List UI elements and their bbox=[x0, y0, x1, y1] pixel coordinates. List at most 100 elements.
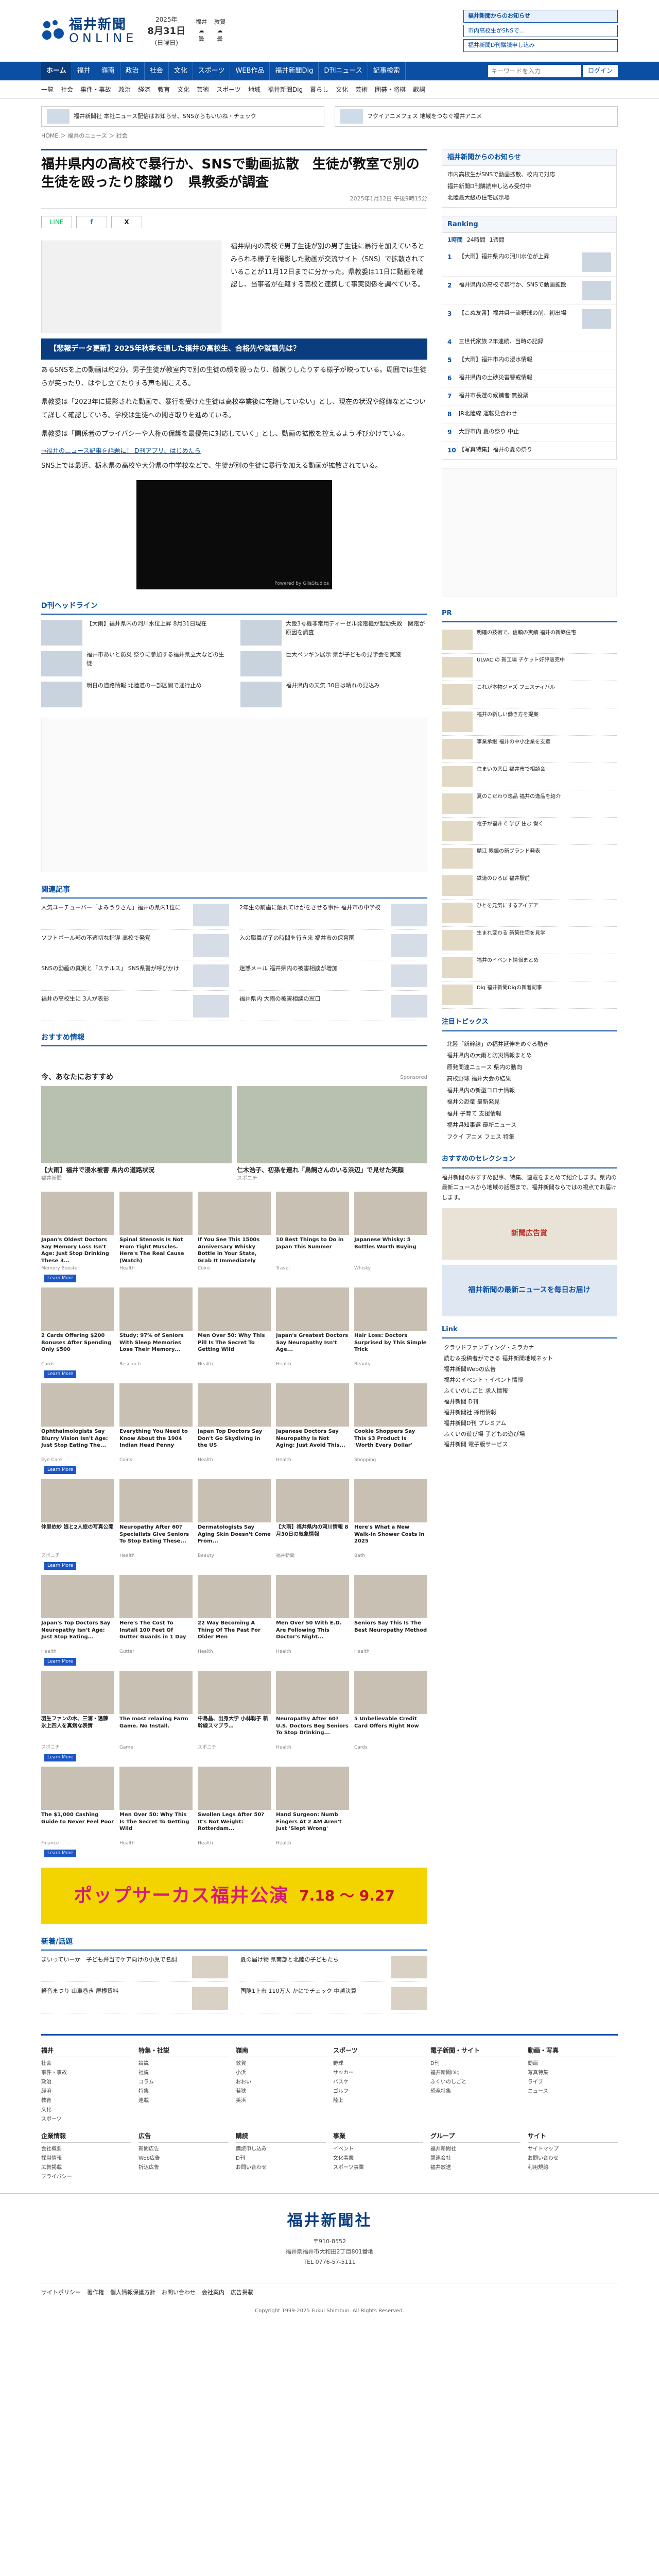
footer-link[interactable]: 利用規約 bbox=[528, 2163, 618, 2173]
footer-column-title[interactable]: 電子新聞・サイト bbox=[430, 2046, 521, 2058]
footer-link[interactable]: 政治 bbox=[41, 2078, 131, 2087]
footer-link[interactable]: ゴルフ bbox=[333, 2087, 423, 2096]
nav-politics[interactable]: 政治 bbox=[120, 62, 145, 80]
pr-item[interactable]: 事業承継 福井の中小企業を支援 bbox=[442, 736, 617, 763]
footer-bottom-link[interactable]: 会社案内 bbox=[202, 2289, 224, 2297]
recommend-card[interactable]: Spinal Stenosis Is Not From Tight Muscle… bbox=[119, 1192, 193, 1282]
subnav-item[interactable]: 芸術 bbox=[197, 85, 209, 94]
subnav-item[interactable]: 芸術 bbox=[355, 85, 368, 94]
sidebar-link[interactable]: 福井のイベント・イベント情報 bbox=[444, 1375, 615, 1386]
recommend-card[interactable]: 2 Cards Offering $200 Bonuses After Spen… bbox=[41, 1287, 114, 1379]
headline-item[interactable]: 明日の道路情報 北陸道の一部区間で通行止め bbox=[41, 682, 228, 708]
sidebar-link[interactable]: 福井新聞 D刊 bbox=[444, 1397, 615, 1408]
subnav-item[interactable]: 地域 bbox=[248, 85, 261, 94]
ranking-item[interactable]: 1 【大雨】福井県内の河川水位が上昇 bbox=[442, 248, 616, 277]
related-item[interactable]: 2年生の前歯に触れてけがをさせる事件 福井市の中学校 bbox=[239, 904, 427, 930]
breadcrumb[interactable]: HOME ＞ 福井のニュース ＞ 社会 bbox=[41, 129, 618, 144]
recommend-card[interactable]: 【大雨】福井県内の河川情報 8月30日の気象情報 福井新聞 bbox=[276, 1479, 349, 1570]
pr-item[interactable]: 明確の技術で、信頼の実績 福井の新築住宅 bbox=[442, 626, 617, 654]
nav-reinan[interactable]: 嶺南 bbox=[96, 62, 120, 80]
nav-sports[interactable]: スポーツ bbox=[193, 62, 231, 80]
recommend-card[interactable]: Seniors Say This Is The Best Neuropathy … bbox=[354, 1575, 427, 1666]
popular-item[interactable]: 国際1上市 110万人 かにでチェック 中越決算 bbox=[240, 1987, 427, 2014]
attention-item[interactable]: 北陸「新幹線」の福井延伸をめぐる動き bbox=[447, 1039, 612, 1050]
recommend-card[interactable]: Japan's Oldest Doctors Say Memory Loss I… bbox=[41, 1192, 114, 1283]
recommend-big-card[interactable]: 【大雨】福井で浸水被害 県内の道路状況 福井新聞 bbox=[41, 1086, 232, 1182]
subnav-item[interactable]: 囲碁・将棋 bbox=[375, 85, 406, 94]
recommend-card[interactable]: 仲里依紗 娘と2人旅の写真公開 スポニチ Learn More bbox=[41, 1479, 114, 1570]
recommend-card[interactable]: Men Over 50 With E.D. Are Following This… bbox=[276, 1575, 349, 1666]
footer-link[interactable]: 野球 bbox=[333, 2059, 423, 2069]
footer-link[interactable]: ふくいのしごと bbox=[430, 2078, 521, 2087]
footer-bottom-link[interactable]: 著作権 bbox=[87, 2289, 104, 2297]
recommend-card[interactable]: Men Over 50: Why This Is The Secret To G… bbox=[119, 1767, 193, 1857]
ranking-tab[interactable]: 1時間 bbox=[447, 236, 463, 245]
top-banner[interactable]: 福井新聞社 本社ニュース配信はお知らせ、SNSからもいいね・チェック bbox=[41, 106, 324, 127]
footer-link[interactable]: 折込広告 bbox=[138, 2163, 229, 2173]
notice-button[interactable]: 福井新聞からのお知らせ bbox=[463, 10, 618, 23]
breaking-banner[interactable]: 【悲報データ更新】2025年秋季を通した福井の高校生、合格先や就職先は？ bbox=[41, 338, 427, 360]
notice-item[interactable]: 福井新聞D刊購読申し込み受付中 bbox=[447, 181, 611, 193]
pr-item[interactable]: 夏のこだわり逸品 福井の逸品を紹介 bbox=[442, 790, 617, 818]
footer-link[interactable]: 福井新聞社 bbox=[430, 2145, 521, 2154]
footer-link[interactable]: 論説 bbox=[138, 2059, 229, 2069]
learn-more-button[interactable]: Learn More bbox=[44, 1370, 77, 1379]
recommend-card[interactable]: 22 Way Becoming A Thing Of The Past For … bbox=[198, 1575, 271, 1666]
footer-bottom-link[interactable]: 個人情報保護方針 bbox=[110, 2289, 155, 2297]
recommend-card[interactable]: Here's The Cost To Install 100 Feet Of G… bbox=[119, 1575, 193, 1666]
recommend-big-card[interactable]: 仁木浩子、初孫を連れ「鳥飼さんのいる浜辺」で見せた笑顔 スポニチ bbox=[237, 1086, 427, 1182]
subnav-item[interactable]: 教育 bbox=[158, 85, 170, 94]
footer-bottom-link[interactable]: 広告掲載 bbox=[231, 2289, 253, 2297]
recommend-card[interactable]: Cookie Shoppers Say This $3 Product Is '… bbox=[354, 1383, 427, 1474]
popular-item[interactable]: 軽音まつり 山車巻き 屋根賃料 bbox=[41, 1987, 228, 2014]
learn-more-button[interactable]: Learn More bbox=[44, 1562, 77, 1570]
attention-item[interactable]: 高校野球 福井大会の結果 bbox=[447, 1073, 612, 1085]
footer-column-title[interactable]: 企業情報 bbox=[41, 2131, 131, 2143]
recommend-card[interactable]: If You See This 1500s Anniversary Whisky… bbox=[198, 1192, 271, 1282]
popular-item[interactable]: 夏の届け物 県南部と北陸の子どもたち bbox=[240, 1956, 427, 1982]
headline-item[interactable]: 【大雨】福井県内の河川水位上昇 8月31日現在 bbox=[41, 620, 228, 646]
footer-link[interactable]: サッカー bbox=[333, 2069, 423, 2078]
footer-link[interactable]: 特集 bbox=[138, 2087, 229, 2096]
footer-column-title[interactable]: スポーツ bbox=[333, 2046, 423, 2058]
footer-link[interactable]: 社会 bbox=[41, 2059, 131, 2069]
footer-bottom-link[interactable]: お問い合わせ bbox=[162, 2289, 196, 2297]
recommend-card[interactable]: Japanese Whisky: 5 Bottles Worth Buying W… bbox=[354, 1192, 427, 1282]
recommend-card[interactable]: Hand Surgeon: Numb Fingers At 2 AM Aren'… bbox=[276, 1767, 349, 1857]
pr-item[interactable]: ULVAC の 新工場 チケット好評販売中 bbox=[442, 654, 617, 681]
related-item[interactable]: 人気ユーチューバー「よみうりさん」福井の県内1位に bbox=[41, 904, 229, 930]
ranking-tab[interactable]: 24時間 bbox=[467, 236, 485, 245]
recommend-card[interactable]: 中島晶、出身大学 小林聡子 新幹線スマブラ… スポニチ bbox=[198, 1671, 271, 1761]
footer-link[interactable]: 社説 bbox=[138, 2069, 229, 2078]
footer-column-title[interactable]: 事業 bbox=[333, 2131, 423, 2143]
recommend-card[interactable]: Hair Loss: Doctors Surprised by This Sim… bbox=[354, 1287, 427, 1378]
sidebar-link[interactable]: 福井新聞 電子版サービス bbox=[444, 1439, 615, 1450]
pr-item[interactable]: 福井のイベント情報まとめ bbox=[442, 954, 617, 981]
footer-link[interactable]: 写真特集 bbox=[528, 2069, 618, 2078]
subnav-item[interactable]: 歌詞 bbox=[413, 85, 425, 94]
promo-banner[interactable]: 福井新聞の最新ニュースを毎日お届け bbox=[442, 1264, 617, 1316]
footer-link[interactable]: D刊 bbox=[236, 2154, 326, 2163]
sidebar-link[interactable]: 読む＆投稿者ができる 福井新聞地域ネット bbox=[444, 1353, 615, 1364]
attention-item[interactable]: フクイ アニメ フェス 特集 bbox=[447, 1131, 612, 1143]
footer-link[interactable]: 文化 bbox=[41, 2106, 131, 2115]
nav-dkan[interactable]: D刊ニュース bbox=[319, 62, 368, 80]
footer-link[interactable]: 若狭 bbox=[236, 2087, 326, 2096]
ranking-tab[interactable]: 1週間 bbox=[490, 236, 505, 245]
subnav-item[interactable]: 経済 bbox=[138, 85, 150, 94]
notice-item[interactable]: 市内高校生がSNSで動画拡散、校内で対応 bbox=[447, 169, 611, 181]
promo-banner[interactable]: 新聞広告賞 bbox=[442, 1208, 617, 1260]
footer-link[interactable]: スポーツ bbox=[41, 2115, 131, 2124]
recommend-card[interactable]: Japan's Top Doctors Say Neuropathy Isn't… bbox=[41, 1575, 114, 1666]
subnav-item[interactable]: 一覧 bbox=[41, 85, 54, 94]
ranking-item[interactable]: 2 福井県内の高校で暴行か、SNSで動画拡散 bbox=[442, 277, 616, 305]
footer-link[interactable]: プライバシー bbox=[41, 2173, 131, 2182]
nav-dig[interactable]: 福井新聞Dig bbox=[270, 62, 319, 80]
footer-column-title[interactable]: グループ bbox=[430, 2131, 521, 2143]
sidebar-link[interactable]: 福井新聞Webの広告 bbox=[444, 1364, 615, 1375]
attention-item[interactable]: 福井県内の新型コロナ情報 bbox=[447, 1085, 612, 1097]
article-inline-link[interactable]: →福井のニュース記事を話題に！ D刊アプリ、はじめたら bbox=[41, 446, 427, 455]
ranking-item[interactable]: 4 三世代家族 2年連続、当時の記録 bbox=[442, 333, 616, 351]
pr-item[interactable]: ひとを元気にするアイデア bbox=[442, 900, 617, 927]
nav-search-articles[interactable]: 記事検索 bbox=[368, 62, 406, 80]
